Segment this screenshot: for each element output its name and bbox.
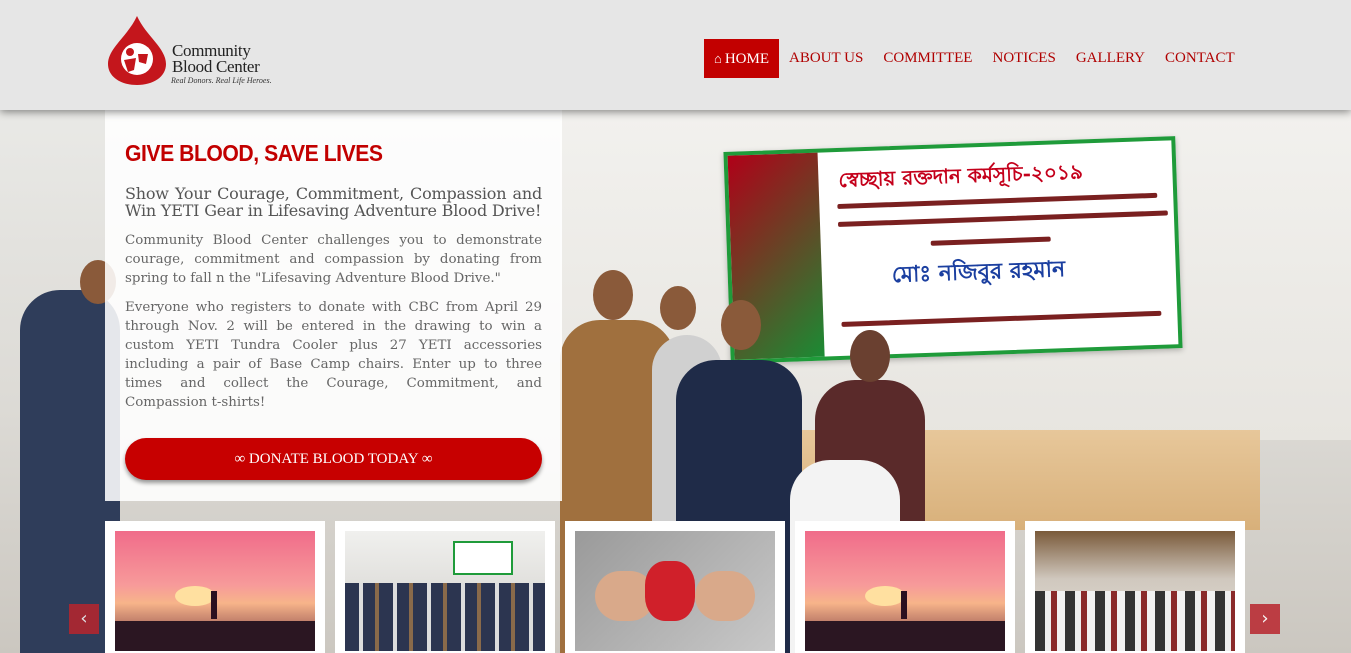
person-head <box>850 330 890 382</box>
nav-committee[interactable]: COMMITTEE <box>873 39 982 78</box>
carousel-prev-button[interactable]: ‹ <box>69 604 99 634</box>
hero-paragraph: Everyone who registers to donate with CB… <box>125 300 542 410</box>
blood-drop-logo-icon <box>108 16 166 85</box>
site-header: Community Blood Center Real Donors. Real… <box>0 0 1351 110</box>
person-head <box>660 286 696 330</box>
sunset-image <box>805 531 1005 651</box>
gallery-thumb[interactable] <box>1025 521 1245 653</box>
chevron-left-icon: ‹ <box>80 608 88 629</box>
logo-name-line2: Blood Center <box>172 57 260 76</box>
banner-guest-name: মোঃ নজিবুর রহমান <box>891 256 1066 289</box>
hero-paragraph: Community Blood Center challenges you to… <box>125 233 542 286</box>
nav-gallery[interactable]: GALLERY <box>1066 39 1155 78</box>
banner-text-line <box>837 210 1168 227</box>
meeting-image <box>345 531 545 651</box>
hero-subtitle: Show Your Courage, Commitment, Compassio… <box>125 184 542 220</box>
banner-text-line <box>930 236 1051 246</box>
gallery-thumb[interactable] <box>335 521 555 653</box>
main-nav: ⌂ HOME ABOUT US COMMITTEE NOTICES GALLERY… <box>704 39 1245 78</box>
gallery-thumb[interactable] <box>105 521 325 653</box>
sunset-image <box>115 531 315 651</box>
banner-text-line <box>841 310 1162 327</box>
donate-blood-button[interactable]: ∞ DONATE BLOOD TODAY ∞ <box>125 438 542 480</box>
chevron-right-icon: › <box>1261 608 1269 629</box>
hero-title: GIVE BLOOD, SAVE LIVES <box>125 140 383 166</box>
gallery-thumb[interactable] <box>795 521 1015 653</box>
nav-contact[interactable]: CONTACT <box>1155 39 1245 78</box>
nav-home[interactable]: ⌂ HOME <box>704 39 779 78</box>
hero-card: GIVE BLOOD, SAVE LIVES Show Your Courage… <box>105 110 562 501</box>
nav-notices[interactable]: NOTICES <box>982 39 1065 78</box>
home-icon: ⌂ <box>714 51 722 66</box>
logo[interactable]: Community Blood Center Real Donors. Real… <box>106 14 286 88</box>
donation-hall-image <box>1035 531 1235 651</box>
hands-heart-image <box>575 531 775 651</box>
donate-button-label: DONATE BLOOD TODAY <box>248 451 419 467</box>
gallery-thumb[interactable] <box>565 521 785 653</box>
logo-tagline: Real Donors. Real Life Heroes. <box>171 76 272 85</box>
person-head <box>593 270 633 320</box>
handshake-icon: ∞ <box>418 451 433 467</box>
banner-heading: স্বেচ্ছায় রক্তদান কর্মসূচি-২০১৯ <box>838 159 1084 192</box>
person-head <box>721 300 761 350</box>
nav-home-label: HOME <box>724 51 769 67</box>
carousel-next-button[interactable]: › <box>1250 604 1280 634</box>
hero-background-banner: স্বেচ্ছায় রক্তদান কর্মসূচি-২০১৯ মোঃ নজি… <box>723 136 1183 364</box>
handshake-icon: ∞ <box>234 451 249 467</box>
nav-about-us[interactable]: ABOUT US <box>779 39 873 78</box>
